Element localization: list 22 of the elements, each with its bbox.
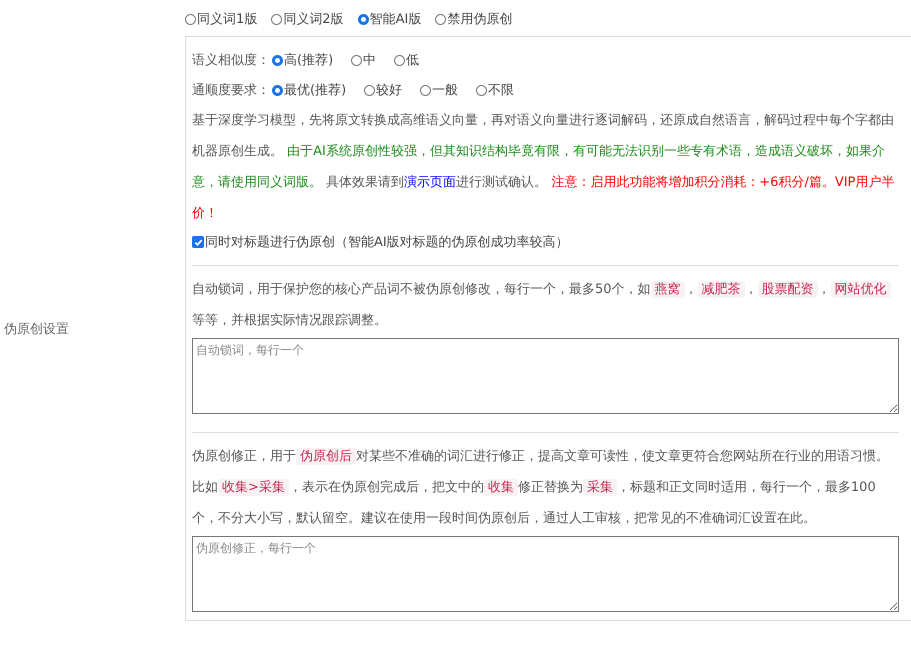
lock-words-field[interactable]: 自动锁词，每行一个 (192, 338, 899, 414)
option-radio[interactable]: 中 (351, 51, 376, 69)
corrections-text: 伪原创修正，用于 伪原创后 对某些不准确的词汇进行修正，提高文章可读性，使文章更符合您网站所在行业的用语习惯。比如 收集>采集 ，表示在伪原创完成后，把文中的 收集 修正替换为 采集 ，标题和正文同时适用，每行一个，最多100个，不分大小写，默认留空。建议在使用一段时间伪原创后，通过人工审核，把常见的不准确词汇设置在此。 (192, 447, 890, 528)
option-radio[interactable]: 较好 (364, 81, 402, 99)
corrections-field[interactable]: 伪原创修正，每行一个 (192, 536, 899, 612)
option-radio[interactable]: 高(推荐) (272, 51, 334, 69)
lock-words-text: 自动锁词，用于保护您的核心产品词不被伪原创修改，每行一个，最多50个，如 燕窝 ， 减肥茶 ， 股票配资 ， 网站优化 等等，并根据实际情况跟踪调整。 (192, 274, 899, 336)
mode-radio[interactable]: 同义词2版 (271, 10, 344, 28)
option-radio[interactable]: 低 (394, 51, 420, 69)
description-text: 基于深度学习模型，先将原文转换成高维语义向量，再对语义向量进行逐词解码，还原成自然语言，解码过程中每个字都由机器原创生成。 由于AI系统原创性较强，但其知识结构毕竟有限，有可能无法识别一些专有术语，造成语义破坏，如果介意，请使用同义词版。 具体效果请到演示页面进行测试确认。 注意：启用此功能将增加积分消耗：+6积分/篇。VIP用户半价！ (192, 112, 896, 223)
option-radio[interactable]: 不限 (476, 81, 514, 99)
option-radio[interactable]: 一般 (420, 81, 458, 99)
demo-page-link[interactable]: 演示页面 (404, 175, 456, 190)
mode-radio[interactable]: 同义词1版 (185, 10, 258, 28)
mode-radio[interactable]: 智能AI版 (358, 10, 422, 28)
setting-label: 伪原创设置 (4, 321, 69, 338)
option-label: 通顺度要求： (192, 82, 270, 99)
title-checkbox[interactable]: 同时对标题进行伪原创（智能AI版对标题的伪原创成功率较高） (192, 233, 569, 251)
mode-radio[interactable]: 禁用伪原创 (435, 10, 512, 28)
checkmark-icon (194, 238, 202, 246)
option-label: 语义相似度： (192, 52, 270, 69)
option-radio[interactable]: 最优(推荐) (272, 81, 346, 99)
